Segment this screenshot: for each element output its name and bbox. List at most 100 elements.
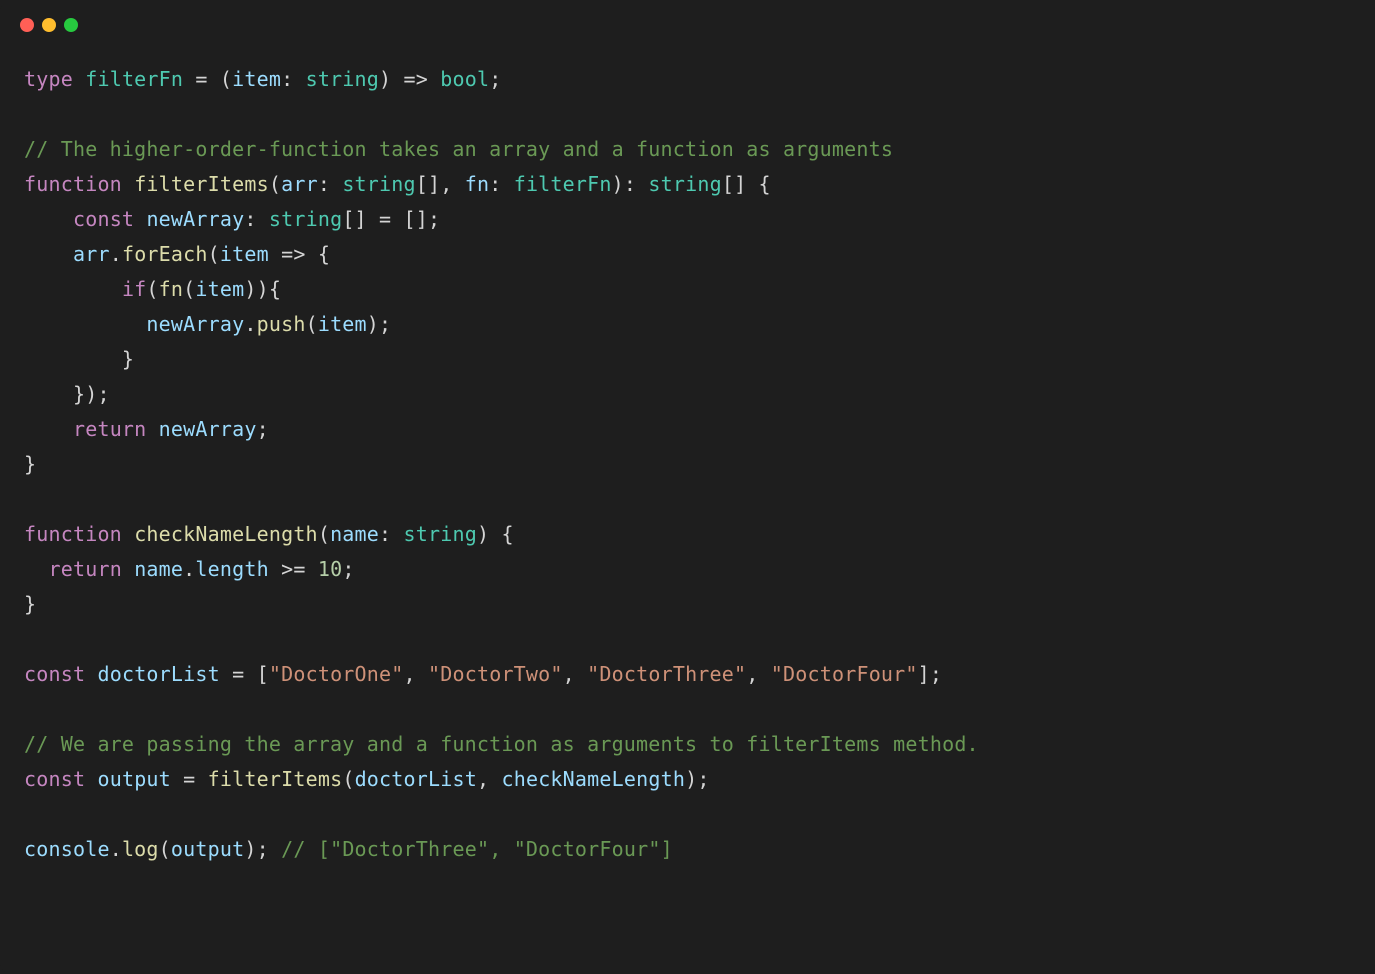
code-token: log: [122, 837, 159, 861]
code-token: =: [171, 767, 208, 791]
code-token: arr: [281, 172, 318, 196]
code-token: string: [269, 207, 342, 231]
code-token: ,: [404, 662, 428, 686]
code-token: [73, 67, 85, 91]
code-token: return: [48, 557, 121, 581]
code-token: 10: [318, 557, 342, 581]
code-line: arr.forEach(item => {: [24, 237, 1351, 272]
code-token: (: [342, 767, 354, 791]
code-token: filterFn: [85, 67, 183, 91]
code-token: );: [685, 767, 709, 791]
code-line: function filterItems(arr: string[], fn: …: [24, 167, 1351, 202]
code-token: // ["DoctorThree", "DoctorFour"]: [281, 837, 673, 861]
code-token: = [: [220, 662, 269, 686]
code-token: name: [330, 522, 379, 546]
zoom-icon[interactable]: [64, 18, 78, 32]
code-token: doctorList: [97, 662, 219, 686]
code-token: (: [318, 522, 330, 546]
code-token: newArray: [146, 312, 244, 336]
code-line: // We are passing the array and a functi…: [24, 727, 1351, 762]
code-token: [24, 207, 73, 231]
code-token: :: [281, 67, 305, 91]
code-token: // The higher-order-function takes an ar…: [24, 137, 893, 161]
code-token: (: [306, 312, 318, 336]
code-token: [24, 242, 73, 266]
code-token: >=: [269, 557, 318, 581]
code-token: const: [24, 662, 85, 686]
code-token: ):: [612, 172, 649, 196]
code-token: name: [134, 557, 183, 581]
code-editor[interactable]: type filterFn = (item: string) => bool; …: [0, 42, 1375, 907]
code-token: length: [195, 557, 268, 581]
code-token: function: [24, 172, 122, 196]
code-token: forEach: [122, 242, 208, 266]
code-token: = (: [183, 67, 232, 91]
code-token: [85, 662, 97, 686]
code-token: output: [171, 837, 244, 861]
code-token: ,: [746, 662, 770, 686]
code-token: push: [257, 312, 306, 336]
code-token: "DoctorTwo": [428, 662, 563, 686]
code-token: bool: [440, 67, 489, 91]
code-token: }: [24, 452, 36, 476]
code-token: [24, 557, 48, 581]
code-token: ) =>: [379, 67, 440, 91]
code-token: item: [195, 277, 244, 301]
code-token: });: [24, 382, 110, 406]
code-token: => {: [269, 242, 330, 266]
close-icon[interactable]: [20, 18, 34, 32]
code-token: );: [367, 312, 391, 336]
code-token: type: [24, 67, 73, 91]
code-token: "DoctorThree": [587, 662, 746, 686]
code-token: [],: [416, 172, 465, 196]
code-token: [] = [];: [342, 207, 440, 231]
code-line: }: [24, 587, 1351, 622]
minimize-icon[interactable]: [42, 18, 56, 32]
code-token: [122, 557, 134, 581]
code-token: "DoctorFour": [771, 662, 918, 686]
code-token: fn: [159, 277, 183, 301]
code-token: item: [232, 67, 281, 91]
code-token: [] {: [722, 172, 771, 196]
code-line: type filterFn = (item: string) => bool;: [24, 62, 1351, 97]
code-token: ,: [563, 662, 587, 686]
code-token: .: [110, 242, 122, 266]
code-token: [122, 172, 134, 196]
code-token: :: [244, 207, 268, 231]
code-token: :: [318, 172, 342, 196]
code-token: ,: [477, 767, 501, 791]
code-token: filterItems: [134, 172, 269, 196]
code-token: // We are passing the array and a functi…: [24, 732, 979, 756]
code-token: ;: [342, 557, 354, 581]
code-token: :: [379, 522, 403, 546]
code-line: console.log(output); // ["DoctorThree", …: [24, 832, 1351, 867]
code-line: const newArray: string[] = [];: [24, 202, 1351, 237]
code-line: const doctorList = ["DoctorOne", "Doctor…: [24, 657, 1351, 692]
code-token: "DoctorOne": [269, 662, 404, 686]
code-token: string: [404, 522, 477, 546]
code-token: if: [122, 277, 146, 301]
code-token: (: [146, 277, 158, 301]
code-token: arr: [73, 242, 110, 266]
code-line: function checkNameLength(name: string) {: [24, 517, 1351, 552]
code-token: }: [24, 347, 134, 371]
code-token: return: [73, 417, 146, 441]
code-token: const: [73, 207, 134, 231]
code-line: return name.length >= 10;: [24, 552, 1351, 587]
code-token: fn: [465, 172, 489, 196]
code-token: function: [24, 522, 122, 546]
code-token: item: [318, 312, 367, 336]
code-token: [146, 417, 158, 441]
code-token: );: [244, 837, 281, 861]
code-token: [85, 767, 97, 791]
code-token: item: [220, 242, 269, 266]
code-token: :: [489, 172, 513, 196]
code-line: [24, 97, 1351, 132]
code-line: if(fn(item)){: [24, 272, 1351, 307]
code-token: ;: [257, 417, 269, 441]
code-line: [24, 482, 1351, 517]
code-token: [24, 312, 146, 336]
code-token: (: [269, 172, 281, 196]
code-token: filterItems: [208, 767, 343, 791]
code-token: )){: [244, 277, 281, 301]
